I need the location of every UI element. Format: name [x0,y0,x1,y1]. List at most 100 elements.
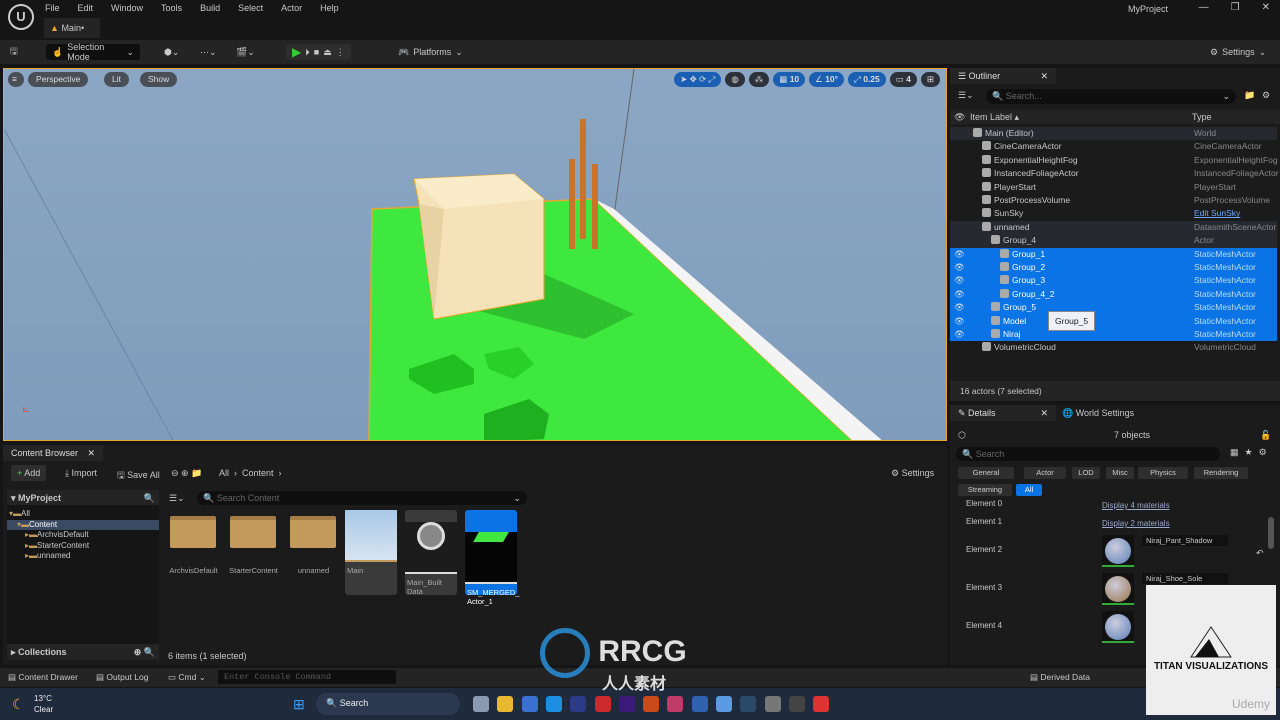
close-icon[interactable]: ✕ [87,448,95,459]
column-type[interactable]: Type [1192,110,1212,124]
history-nav[interactable]: ⊖ ⊕ 📁 [171,468,202,479]
breadcrumb-all[interactable]: All [219,468,229,478]
step-icon[interactable]: ⏵ [305,47,310,58]
import-button[interactable]: ⤓ Import [65,468,97,479]
outliner-row[interactable]: PostProcessVolume PostProcessVolume [950,194,1277,207]
outliner-row[interactable]: 👁 Group_3 StaticMeshActor [950,274,1277,288]
transform-tools[interactable]: ➤ ✥ ⟳ ⤢ [674,72,722,87]
taskbar-search[interactable]: 🔍 Search [316,693,460,715]
folder-item[interactable]: unnamed [287,510,340,575]
maximize-icon[interactable]: ❐ [1231,2,1240,13]
outliner-row[interactable]: 👁 Group_1 StaticMeshActor [950,247,1277,261]
level-viewport[interactable]: ≡ Perspective Lit Show ➤ ✥ ⟳ ⤢ ◍ ⁂ ▦ 10 … [3,68,947,441]
asset-item[interactable]: Main_Built Data [405,510,457,596]
layout-icon[interactable]: ⊞ [920,72,940,87]
outliner-row[interactable]: 👁 Group_4_2 StaticMeshActor [950,287,1277,302]
details-search-input[interactable]: 🔍 Search [956,447,1220,461]
filter-icon[interactable]: ☰⌄ [169,493,185,504]
blueprint-button[interactable]: ⋯⌄ [200,44,217,60]
add-folder-icon[interactable]: 📁 [1244,90,1255,101]
outliner-row[interactable]: 👁 Model StaticMeshActor [950,314,1277,328]
tab-details[interactable]: ✎ Details ✕ [950,405,1056,421]
edit-sunsky-link[interactable]: Edit SunSky [1194,207,1240,220]
material-dropdown[interactable]: Niraj_Pant_Shadow [1142,535,1228,546]
tab-outliner[interactable]: ☰ Outliner ✕ [950,68,1056,84]
menu-select[interactable]: Select [238,3,263,13]
menu-tools[interactable]: Tools [161,3,182,13]
taskbar-app-icon[interactable] [667,696,684,712]
close-icon[interactable]: ✕ [1262,2,1270,13]
outliner-row[interactable]: Main (Editor) World [950,127,1277,141]
taskbar-app-icon[interactable] [545,696,562,712]
taskbar-app-icon[interactable] [618,696,635,712]
project-root[interactable]: ▾ MyProject 🔍 [7,490,159,505]
play-icon[interactable]: ▶ [292,45,301,59]
outliner-search-input[interactable]: 🔍 Search... ⌄ [986,89,1236,104]
viewport-menu-icon[interactable]: ≡ [8,72,24,87]
eject-icon[interactable]: ⏏ [323,47,332,58]
taskbar-app-icon[interactable] [497,696,514,712]
visibility-icon[interactable]: 👁 [954,315,965,328]
cb-settings-button[interactable]: ⚙ Settings [891,468,934,479]
platforms-button[interactable]: 🎮 Platforms ⌄ [398,44,463,60]
content-drawer-button[interactable]: ▤ Content Drawer [8,672,78,683]
menu-edit[interactable]: Edit [78,3,94,13]
visibility-icon[interactable]: 👁 [954,274,965,287]
filter-icon[interactable]: ☰⌄ [958,90,974,101]
taskbar-app-icon[interactable] [764,696,781,712]
add-button[interactable]: + Add [11,465,47,481]
menu-file[interactable]: File [45,3,60,13]
visibility-icon[interactable]: 👁 [954,328,965,341]
menu-help[interactable]: Help [320,3,339,13]
gear-icon[interactable]: ⚙ [1262,90,1270,101]
selection-mode-dropdown[interactable]: ☝ Selection Mode ⌄ [46,42,140,62]
close-icon[interactable]: ✕ [1040,71,1048,82]
material-thumbnail[interactable] [1102,535,1134,567]
grid-snap-button[interactable]: ▦ 10 [773,72,806,87]
material-thumbnail[interactable] [1102,611,1134,643]
display-materials-link[interactable]: Display 4 materials [1102,501,1170,510]
folder-item[interactable]: ArchvisDefault [167,510,220,575]
filter-streaming[interactable]: Streaming [958,484,1012,496]
filter-actor[interactable]: Actor [1024,467,1066,479]
scrollbar[interactable] [1268,517,1274,549]
tree-item[interactable]: ▸▬StarterContent [7,541,159,552]
visibility-icon[interactable]: 👁 [954,261,965,274]
tab-world-settings[interactable]: 🌐 World Settings [1062,408,1134,419]
taskbar-app-icon[interactable] [570,696,587,712]
display-materials-link[interactable]: Display 2 materials [1102,519,1170,528]
visibility-icon[interactable]: 👁 [954,288,965,301]
save-icon[interactable]: 🖫 [10,44,18,60]
menu-window[interactable]: Window [111,3,143,13]
taskbar-app-icon[interactable] [521,696,538,712]
menu-build[interactable]: Build [200,3,220,13]
filter-all[interactable]: All [1016,484,1042,496]
console-input[interactable]: Enter Console Command [218,670,396,684]
outliner-row[interactable]: unnamed DatasmithSceneActor [950,220,1277,235]
visibility-icon[interactable]: 👁 [954,248,965,261]
filter-general[interactable]: General [958,467,1014,479]
outliner-row[interactable]: VolumetricCloud VolumetricCloud [950,341,1277,354]
tree-item[interactable]: ▸▬unnamed [7,551,159,562]
taskbar-app-icon[interactable] [716,696,732,712]
add-collection-icon[interactable]: ⊕ 🔍 [134,647,155,658]
taskbar-app-icon[interactable] [740,696,757,712]
settings-button[interactable]: ⚙ Settings ⌄ [1210,44,1266,60]
save-all-button[interactable]: 🖫 Save All [117,468,160,484]
output-log-button[interactable]: ▤ Output Log [96,672,148,683]
add-actor-button[interactable]: ⬢⌄ [164,44,179,60]
derived-data-button[interactable]: ▤ Derived Data [1030,672,1090,683]
asset-item[interactable]: SM_MERGED_ Actor_1 [465,510,520,606]
details-view-options[interactable]: ▦★⚙ [1230,447,1273,458]
outliner-row[interactable]: PlayerStart PlayerStart [950,181,1277,194]
stop-icon[interactable]: ■ [314,47,319,57]
minimize-icon[interactable]: — [1199,2,1209,13]
windows-start-icon[interactable]: ⊞ [293,696,305,713]
taskbar-app-icon[interactable] [813,696,830,712]
material-dropdown[interactable]: Niraj_Shoe_Sole [1142,573,1228,584]
filter-misc[interactable]: Misc [1106,467,1134,479]
visibility-icon[interactable]: 👁 [954,301,965,314]
tab-main[interactable]: ▲ Main• [44,18,100,38]
filter-lod[interactable]: LOD [1072,467,1100,479]
scale-snap-button[interactable]: ⤢ 0.25 [848,72,886,87]
